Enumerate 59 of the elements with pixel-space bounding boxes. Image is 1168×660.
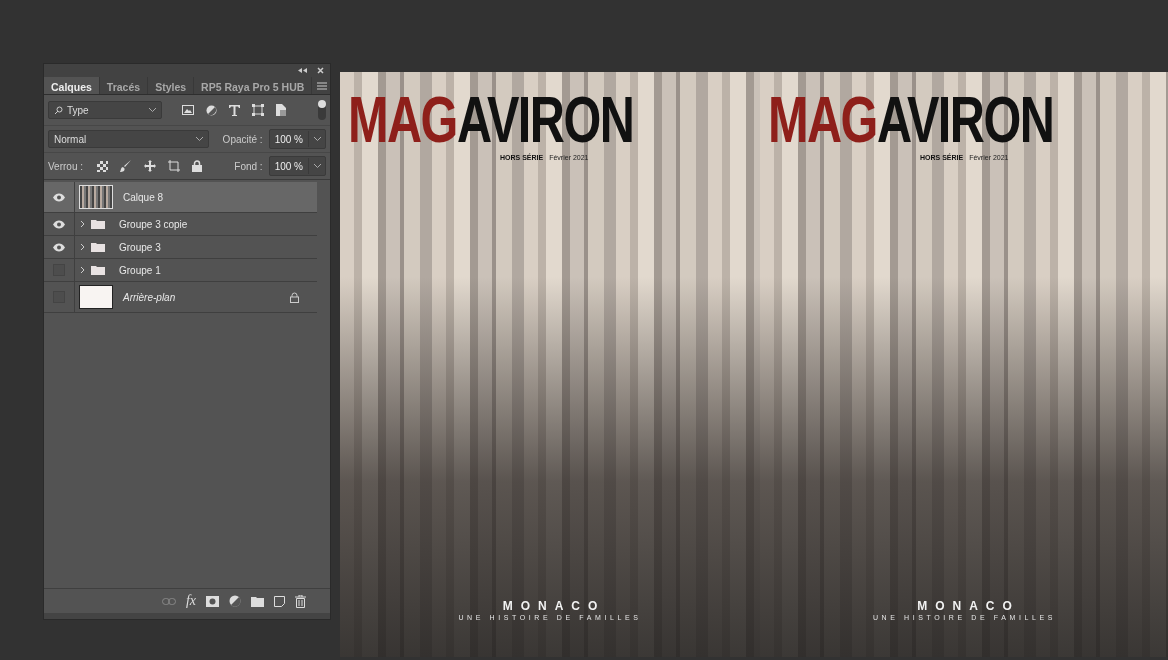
- menu-icon[interactable]: [317, 81, 327, 90]
- fx-icon[interactable]: fx: [185, 593, 196, 609]
- new-layer-icon[interactable]: [274, 595, 285, 607]
- eye-icon[interactable]: [52, 192, 66, 202]
- fill-label: Fond :: [234, 160, 263, 172]
- masthead-title: AVIRON: [456, 88, 634, 152]
- adjustment-icon[interactable]: [229, 595, 241, 607]
- image-icon[interactable]: [182, 105, 194, 115]
- fill-field[interactable]: 100 %: [268, 156, 326, 176]
- layer-row[interactable]: Groupe 3 copie: [44, 213, 317, 236]
- cover-headline: MONACO: [502, 599, 606, 613]
- eye-icon[interactable]: [52, 219, 66, 229]
- folder-icon[interactable]: [251, 595, 264, 607]
- opacity-field[interactable]: 100 %: [268, 129, 326, 149]
- masthead-prefix: MAG: [348, 88, 457, 152]
- transform-icon[interactable]: [252, 104, 264, 116]
- expand-chevron-icon[interactable]: [80, 266, 85, 274]
- search-icon: [54, 105, 63, 115]
- panel-tab[interactable]: Calques: [44, 77, 100, 94]
- filter-toggle[interactable]: [318, 100, 326, 120]
- expand-chevron-icon[interactable]: [80, 243, 85, 251]
- chevron-down-icon: [195, 137, 203, 141]
- lock-icon[interactable]: [192, 160, 203, 172]
- layer-row[interactable]: Groupe 1: [44, 259, 317, 282]
- folder-icon: [91, 265, 105, 275]
- blend-mode-dropdown[interactable]: Normal: [48, 130, 209, 148]
- masthead-title: AVIRON: [876, 88, 1054, 152]
- layer-name: Groupe 3: [119, 241, 161, 253]
- chevron-down-icon[interactable]: [313, 164, 321, 168]
- trash-icon[interactable]: [295, 594, 306, 608]
- collapse-icon[interactable]: [298, 68, 307, 73]
- folder-icon: [91, 219, 105, 229]
- masthead-prefix: MAG: [768, 88, 877, 152]
- folder-icon: [91, 242, 105, 252]
- opacity-label: Opacité :: [222, 133, 263, 145]
- layer-thumbnail: [79, 285, 113, 309]
- eye-icon[interactable]: [52, 242, 66, 252]
- close-icon[interactable]: [317, 67, 324, 74]
- adjustment-icon[interactable]: [206, 104, 217, 116]
- lock-pixels-icon[interactable]: [97, 160, 109, 172]
- layer-row[interactable]: Arrière-plan: [44, 282, 317, 313]
- layer-name: Groupe 1: [119, 264, 161, 276]
- layer-name: Groupe 3 copie: [119, 218, 188, 230]
- chevron-down-icon[interactable]: [313, 137, 321, 141]
- cover-headline: MONACO: [917, 599, 1020, 613]
- type-icon[interactable]: [229, 104, 240, 116]
- layer-name: Calque 8: [123, 191, 164, 203]
- lock-label: Verrou :: [48, 160, 84, 172]
- layer-row[interactable]: Groupe 3: [44, 236, 317, 259]
- mask-icon[interactable]: [206, 595, 219, 607]
- layer-thumbnail: [79, 185, 113, 209]
- layer-name: Arrière-plan: [123, 291, 176, 303]
- move-icon[interactable]: [144, 160, 157, 172]
- chevron-down-icon: [149, 108, 156, 112]
- brush-icon[interactable]: [120, 160, 133, 172]
- expand-chevron-icon[interactable]: [80, 220, 85, 228]
- layer-row[interactable]: Calque 8: [44, 182, 317, 213]
- smart-object-icon[interactable]: [276, 104, 286, 116]
- filter-dropdown[interactable]: Type: [48, 101, 162, 119]
